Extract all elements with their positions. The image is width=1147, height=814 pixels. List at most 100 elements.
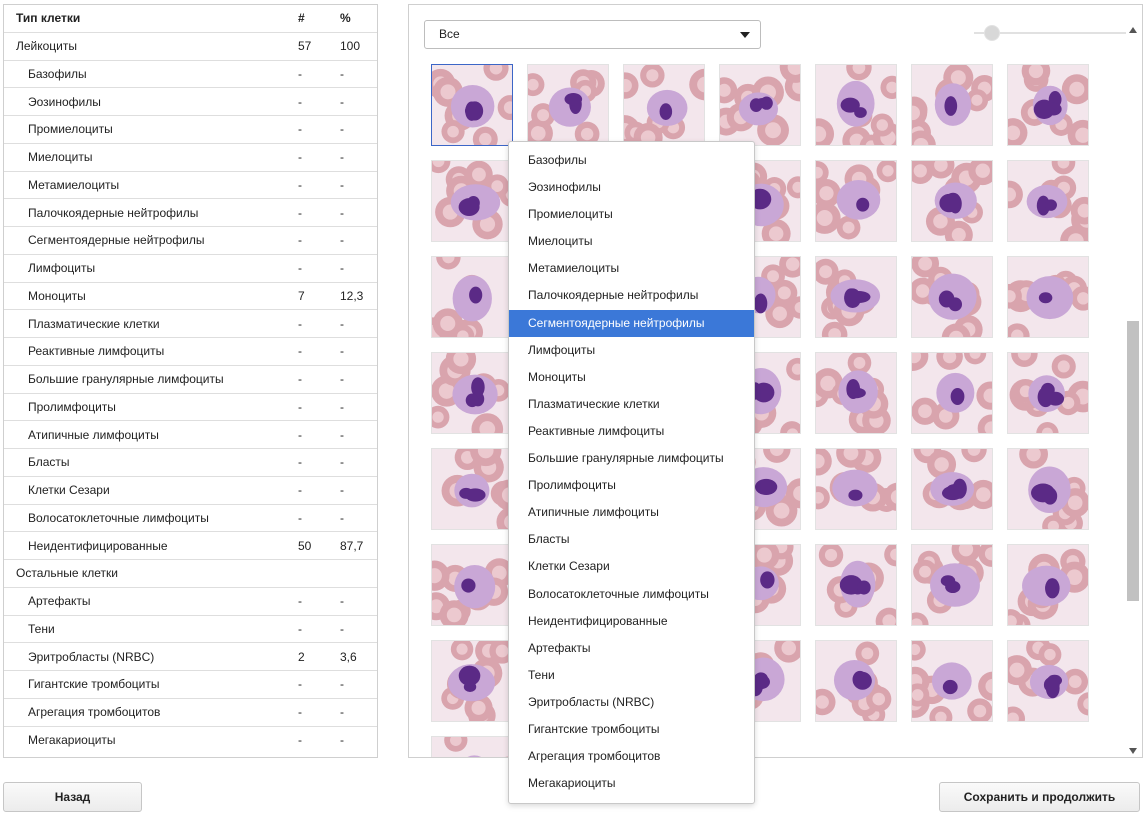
dropdown-option[interactable]: Агрегация тромбоцитов <box>509 743 754 770</box>
dropdown-option[interactable]: Эозинофилы <box>509 174 754 201</box>
dropdown-option[interactable]: Неидентифицированные <box>509 608 754 635</box>
cell-image <box>1008 161 1088 241</box>
save-and-continue-button[interactable]: Сохранить и продолжить <box>939 782 1140 812</box>
cell-thumbnail[interactable] <box>815 256 897 338</box>
dropdown-option[interactable]: Гигантские тромбоциты <box>509 716 754 743</box>
cell-thumbnail[interactable] <box>1007 352 1089 434</box>
cell-image <box>432 353 512 433</box>
dropdown-option[interactable]: Атипичные лимфоциты <box>509 499 754 526</box>
chevron-down-icon <box>740 32 750 38</box>
row-percent: - <box>340 372 344 387</box>
dropdown-option[interactable]: Бласты <box>509 526 754 553</box>
row-name: Пролимфоциты <box>28 399 116 414</box>
cell-thumbnail[interactable] <box>911 64 993 146</box>
dropdown-option[interactable]: Тени <box>509 662 754 689</box>
row-count: - <box>298 205 302 220</box>
table-row: Гигантские тромбоциты - - <box>4 671 377 699</box>
cell-image <box>816 353 896 433</box>
row-count: 50 <box>298 538 312 553</box>
cell-thumbnail[interactable] <box>431 352 513 434</box>
cell-thumbnail[interactable] <box>431 64 513 146</box>
table-row: Тени - - <box>4 616 377 644</box>
cell-thumbnail[interactable] <box>527 64 609 146</box>
cell-thumbnail[interactable] <box>1007 544 1089 626</box>
dropdown-option[interactable]: Реактивные лимфоциты <box>509 418 754 445</box>
cell-thumbnail[interactable] <box>815 352 897 434</box>
cell-image <box>912 161 992 241</box>
row-percent: 3,6 <box>340 649 357 664</box>
dropdown-option[interactable]: Клетки Сезари <box>509 553 754 580</box>
cell-thumbnail[interactable] <box>815 448 897 530</box>
cell-image <box>1008 353 1088 433</box>
row-percent: - <box>340 705 344 720</box>
cell-thumbnail[interactable] <box>431 160 513 242</box>
table-row: Пролимфоциты - - <box>4 394 377 422</box>
dropdown-option[interactable]: Лимфоциты <box>509 337 754 364</box>
dropdown-option[interactable]: Пролимфоциты <box>509 472 754 499</box>
dropdown-option[interactable]: Мегакариоциты <box>509 770 754 797</box>
cell-thumbnail[interactable] <box>911 160 993 242</box>
table-row: Реактивные лимфоциты - - <box>4 338 377 366</box>
cell-type-table: Тип клетки # % Лейкоциты 57 100 Базофилы - - Э… <box>3 4 378 758</box>
dropdown-option[interactable]: Базофилы <box>509 147 754 174</box>
cell-image <box>816 65 896 145</box>
row-count: - <box>298 510 302 525</box>
cell-thumbnail[interactable] <box>431 544 513 626</box>
gallery-scrollbar[interactable] <box>1126 27 1140 757</box>
dropdown-option[interactable]: Артефакты <box>509 635 754 662</box>
cell-thumbnail[interactable] <box>431 256 513 338</box>
cell-thumbnail[interactable] <box>815 640 897 722</box>
table-row: Моноциты 7 12,3 <box>4 283 377 311</box>
cell-image <box>1008 545 1088 625</box>
row-percent: - <box>340 621 344 636</box>
cell-thumbnail[interactable] <box>1007 160 1089 242</box>
dropdown-option[interactable]: Эритробласты (NRBC) <box>509 689 754 716</box>
zoom-slider-handle[interactable] <box>984 25 1000 41</box>
dropdown-option[interactable]: Моноциты <box>509 364 754 391</box>
table-header: Тип клетки # % <box>4 5 377 33</box>
cell-thumbnail[interactable] <box>719 64 801 146</box>
table-row: Неидентифицированные 50 87,7 <box>4 532 377 560</box>
dropdown-option[interactable]: Плазматические клетки <box>509 391 754 418</box>
row-name: Плазматические клетки <box>28 316 160 331</box>
cell-thumbnail[interactable] <box>815 160 897 242</box>
dropdown-option[interactable]: Сегментоядерные нейтрофилы <box>509 309 754 337</box>
scroll-up-icon[interactable] <box>1129 27 1137 33</box>
dropdown-option[interactable]: Волосатоклеточные лимфоциты <box>509 581 754 608</box>
cell-thumbnail[interactable] <box>1007 448 1089 530</box>
cell-image <box>1008 449 1088 529</box>
scrollbar-thumb[interactable] <box>1127 321 1139 601</box>
dropdown-option[interactable]: Метамиелоциты <box>509 255 754 282</box>
dropdown-option[interactable]: Миелоциты <box>509 228 754 255</box>
cell-type-filter-select[interactable]: Все <box>424 20 761 49</box>
cell-thumbnail[interactable] <box>911 640 993 722</box>
dropdown-option[interactable]: Большие гранулярные лимфоциты <box>509 445 754 472</box>
cell-thumbnail[interactable] <box>911 448 993 530</box>
row-name: Клетки Сезари <box>28 483 110 498</box>
row-percent: 12,3 <box>340 288 364 303</box>
row-name: Метамиелоциты <box>28 177 120 192</box>
row-percent: - <box>340 677 344 692</box>
row-percent: 100 <box>340 39 361 54</box>
cell-thumbnail[interactable] <box>1007 640 1089 722</box>
table-row: Сегментоядерные нейтрофилы - - <box>4 227 377 255</box>
back-button[interactable]: Назад <box>3 782 142 812</box>
zoom-slider[interactable] <box>974 23 1126 43</box>
cell-thumbnail[interactable] <box>431 640 513 722</box>
cell-thumbnail[interactable] <box>911 352 993 434</box>
row-count: - <box>298 399 302 414</box>
row-name: Реактивные лимфоциты <box>28 344 165 359</box>
cell-thumbnail[interactable] <box>1007 64 1089 146</box>
scroll-down-icon[interactable] <box>1129 748 1137 754</box>
cell-thumbnail[interactable] <box>431 736 513 757</box>
cell-thumbnail[interactable] <box>815 544 897 626</box>
cell-thumbnail[interactable] <box>911 256 993 338</box>
dropdown-option[interactable]: Промиелоциты <box>509 201 754 228</box>
dropdown-option[interactable]: Палочкоядерные нейтрофилы <box>509 282 754 309</box>
cell-thumbnail[interactable] <box>431 448 513 530</box>
row-percent: - <box>340 455 344 470</box>
cell-thumbnail[interactable] <box>815 64 897 146</box>
cell-thumbnail[interactable] <box>911 544 993 626</box>
cell-thumbnail[interactable] <box>1007 256 1089 338</box>
cell-thumbnail[interactable] <box>623 64 705 146</box>
